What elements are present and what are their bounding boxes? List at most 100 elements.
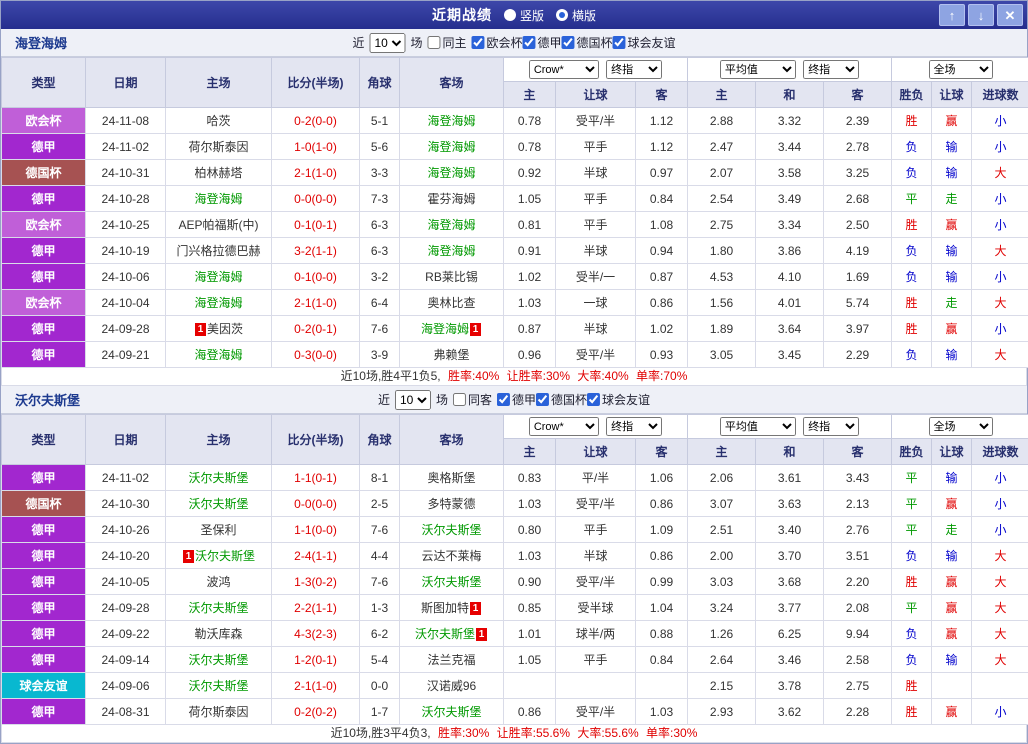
league-checkbox-option[interactable]: 球会友谊 [587, 391, 650, 408]
matches-table: 类型 日期 主场 比分(半场) 角球 客场 Crow* 终指 平均值 终指 [1, 414, 1028, 725]
league-checkbox-option[interactable]: 球会友谊 [613, 34, 676, 51]
score-cell: 0-2(0-1) [272, 316, 360, 342]
handicap-result-cell: 输 [932, 264, 972, 290]
score-cell: 0-2(0-2) [272, 699, 360, 725]
handicap-result-cell: 走 [932, 517, 972, 543]
league-checkbox[interactable] [471, 36, 484, 49]
league-checkbox-option[interactable]: 德甲 [523, 34, 562, 51]
date-cell: 24-10-05 [86, 569, 166, 595]
asia-home-odds-cell: 0.80 [504, 517, 556, 543]
score-cell: 0-2(0-0) [272, 108, 360, 134]
euro-home-odds-cell: 2.93 [688, 699, 756, 725]
league-filter-group: 欧会杯德甲德国杯球会友谊 [471, 34, 675, 52]
league-checkbox-option[interactable]: 德国杯 [536, 391, 587, 408]
col-header-asia-handicap: 让球 [556, 82, 636, 108]
goals-result-cell: 小 [972, 465, 1028, 491]
final-index-select[interactable]: 终指 [803, 417, 859, 436]
euro-draw-odds-cell: 3.63 [756, 491, 824, 517]
scope-select[interactable]: 全场 [929, 417, 993, 436]
corner-cell: 7-6 [360, 316, 400, 342]
team-name-text: 沃尔夫斯堡 [188, 679, 248, 693]
odds-source-select[interactable]: Crow* [529, 417, 599, 436]
result-cell: 平 [892, 491, 932, 517]
home-team-cell: 1美因茨 [166, 316, 272, 342]
recent-count-select[interactable]: 10 [395, 390, 431, 410]
euro-away-odds-cell: 2.75 [824, 673, 892, 699]
same-venue-option[interactable]: 同主 [427, 34, 466, 51]
league-checkbox-label: 欧会杯 [486, 34, 522, 51]
league-checkbox-option[interactable]: 欧会杯 [471, 34, 522, 51]
handicap-result-cell: 赢 [932, 212, 972, 238]
asia-handicap-cell: 平手 [556, 517, 636, 543]
corner-cell: 2-5 [360, 491, 400, 517]
euro-draw-odds-cell: 3.78 [756, 673, 824, 699]
league-checkbox[interactable] [536, 393, 549, 406]
col-header-home: 主场 [166, 58, 272, 108]
date-cell: 24-08-31 [86, 699, 166, 725]
final-index-select[interactable]: 终指 [606, 60, 662, 79]
scope-select[interactable]: 全场 [929, 60, 993, 79]
score-cell: 1-1(0-0) [272, 517, 360, 543]
average-select[interactable]: 平均值 [720, 417, 796, 436]
league-checkbox[interactable] [497, 393, 510, 406]
league-checkbox[interactable] [523, 36, 536, 49]
odds-source-select[interactable]: Crow* [529, 60, 599, 79]
team-name-text: 海登海姆 [427, 244, 475, 258]
asia-handicap-cell: 半球 [556, 543, 636, 569]
move-up-button[interactable]: ↑ [939, 4, 965, 26]
final-index-select[interactable]: 终指 [803, 60, 859, 79]
league-checkbox[interactable] [587, 393, 600, 406]
home-team-cell: AEP帕福斯(中) [166, 212, 272, 238]
asia-away-odds-cell: 0.84 [636, 647, 688, 673]
layout-radio-vertical[interactable]: 竖版 [504, 7, 544, 24]
move-down-button[interactable]: ↓ [968, 4, 994, 26]
team-name-text: 奥林比查 [427, 296, 475, 310]
recent-count-select[interactable]: 10 [369, 33, 405, 53]
score-cell: 1-3(0-2) [272, 569, 360, 595]
home-team-cell: 1沃尔夫斯堡 [166, 543, 272, 569]
score-cell: 2-1(1-0) [272, 673, 360, 699]
same-venue-option[interactable]: 同客 [453, 391, 492, 408]
asia-handicap-cell: 受平/半 [556, 699, 636, 725]
games-label: 场 [436, 391, 448, 408]
asia-away-odds-cell: 0.86 [636, 491, 688, 517]
euro-draw-odds-cell: 3.58 [756, 160, 824, 186]
match-row: 德甲24-10-26圣保利1-1(0-0)7-6沃尔夫斯堡0.80平手1.092… [2, 517, 1028, 543]
same-venue-checkbox[interactable] [427, 36, 440, 49]
asia-home-odds-cell: 0.96 [504, 342, 556, 368]
league-checkbox-option[interactable]: 德国杯 [562, 34, 613, 51]
handicap-result-cell: 赢 [932, 316, 972, 342]
red-card-badge: 1 [470, 602, 481, 615]
layout-radio-horizontal[interactable]: 横版 [556, 7, 596, 24]
euro-draw-odds-cell: 3.86 [756, 238, 824, 264]
euro-odds-selects: 平均值 终指 [688, 58, 892, 82]
col-header-handicap-result: 让球 [932, 82, 972, 108]
euro-home-odds-cell: 2.15 [688, 673, 756, 699]
handicap-result-cell: 输 [932, 647, 972, 673]
date-cell: 24-10-20 [86, 543, 166, 569]
asia-home-odds-cell: 0.90 [504, 569, 556, 595]
radio-horizontal-label: 横版 [572, 7, 596, 24]
corner-cell: 4-4 [360, 543, 400, 569]
close-button[interactable]: ✕ [997, 4, 1023, 26]
average-select[interactable]: 平均值 [720, 60, 796, 79]
league-type-cell: 球会友谊 [2, 673, 86, 699]
team-name-text: 多特蒙德 [427, 497, 475, 511]
home-team-cell: 沃尔夫斯堡 [166, 647, 272, 673]
team-section-1: 海登海姆 近 10 场 同主 欧会杯德甲德国杯球会友谊 [1, 29, 1027, 386]
handicap-result-cell: 输 [932, 342, 972, 368]
col-header-handicap-result: 让球 [932, 439, 972, 465]
red-card-badge: 1 [476, 628, 487, 641]
same-venue-checkbox[interactable] [453, 393, 466, 406]
result-cell: 负 [892, 543, 932, 569]
final-index-select[interactable]: 终指 [606, 417, 662, 436]
league-checkbox[interactable] [613, 36, 626, 49]
team-name-text: AEP帕福斯(中) [178, 218, 258, 232]
league-checkbox-option[interactable]: 德甲 [497, 391, 536, 408]
date-cell: 24-10-25 [86, 212, 166, 238]
col-header-euro-away: 客 [824, 439, 892, 465]
asia-away-odds-cell: 1.12 [636, 108, 688, 134]
euro-draw-odds-cell: 3.44 [756, 134, 824, 160]
league-checkbox[interactable] [562, 36, 575, 49]
team-name-text: 沃尔夫斯堡 [421, 575, 481, 589]
